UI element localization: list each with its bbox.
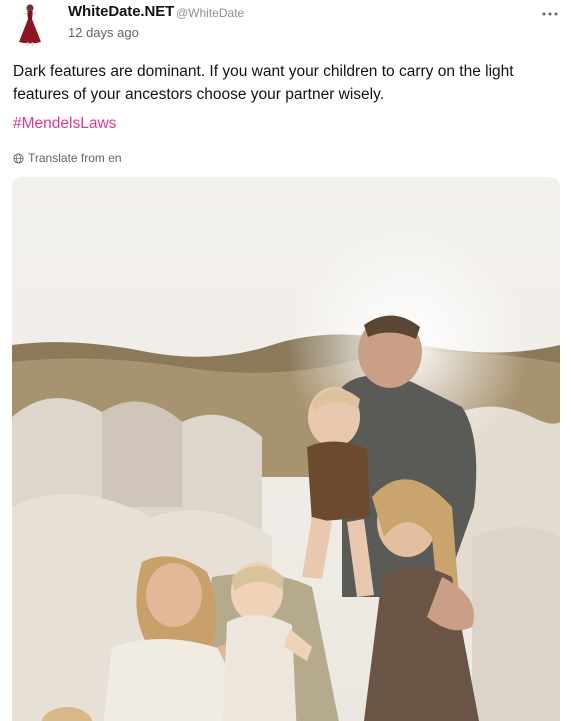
woman-in-red-dress-icon bbox=[19, 4, 41, 47]
post-image[interactable] bbox=[12, 177, 560, 721]
post-card: WhiteDate.NET @WhiteDate 12 days ago Dar… bbox=[0, 0, 571, 721]
family-photo-image bbox=[12, 177, 560, 721]
avatar[interactable] bbox=[10, 2, 50, 47]
globe-icon bbox=[13, 152, 24, 164]
translate-button[interactable]: Translate from en bbox=[13, 151, 122, 165]
ellipsis-icon[interactable] bbox=[539, 6, 561, 20]
author-name[interactable]: WhiteDate.NET bbox=[68, 3, 174, 20]
translate-label: Translate from en bbox=[28, 151, 122, 165]
post-text: Dark features are dominant. If you want … bbox=[13, 63, 514, 103]
post-timestamp[interactable]: 12 days ago bbox=[68, 25, 139, 40]
author-handle[interactable]: @WhiteDate bbox=[176, 6, 244, 20]
hashtag-link[interactable]: #MendelsLaws bbox=[13, 115, 116, 133]
